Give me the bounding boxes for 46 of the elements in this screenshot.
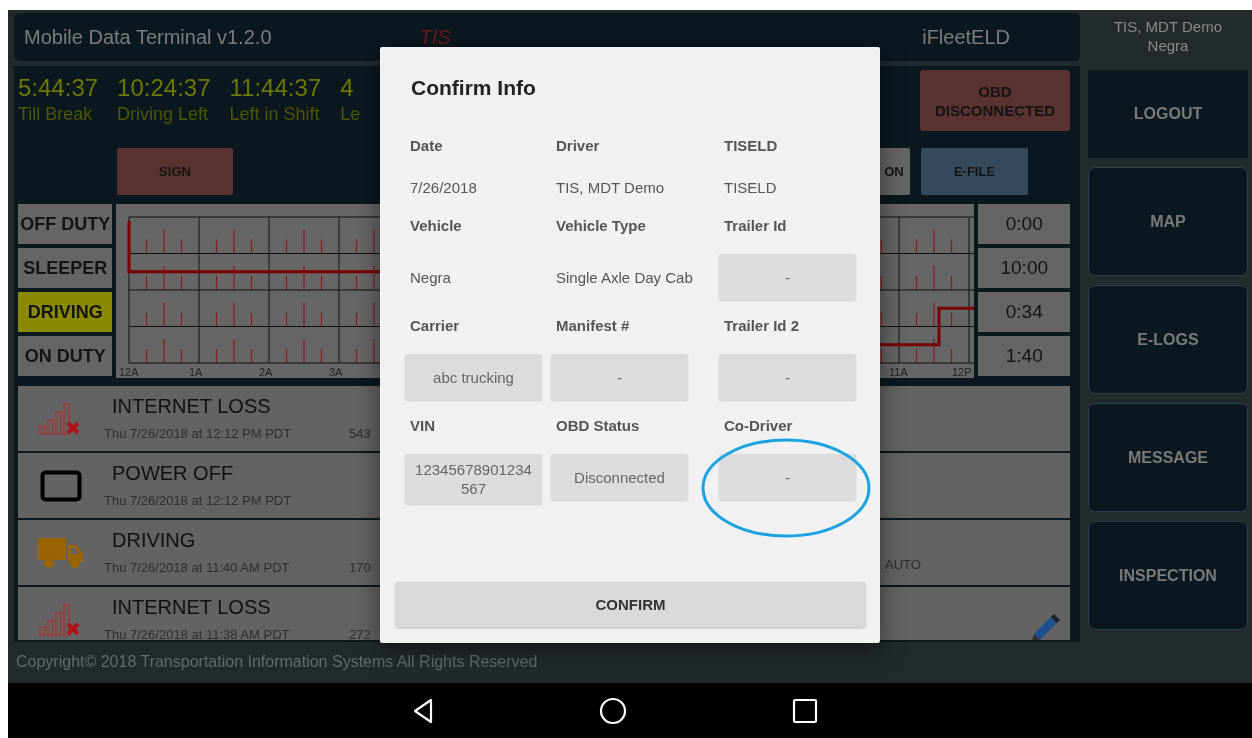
field-label: Trailer Id [723,216,788,236]
field-label: Manifest # [555,316,631,336]
duty-total: 0:34 [978,292,1070,332]
driver-name: TIS, MDT Demo [1113,16,1223,36]
event-title: POWER OFF [112,461,235,485]
field-label: Carrier [409,316,461,336]
dialog-title: Confirm Info [411,75,537,101]
hour-label: 12A [119,366,140,378]
field-label: Trailer Id 2 [723,316,801,336]
field-value: Negra [409,267,452,288]
hour-label: 2A [259,366,273,378]
field-value: Single Axle Day Cab [555,267,694,288]
hour-label: 12P [952,366,973,378]
hour-label: 11A [889,366,909,378]
field-label: TISELD [723,136,779,156]
hour-label: 3A [329,366,343,378]
event-title: INTERNET LOSS [112,595,272,619]
duty-total: 0:00 [978,204,1070,244]
field-value: 7/26/2018 [409,177,478,198]
field-label: OBD Status [555,416,641,436]
field-label: Vehicle [409,216,463,236]
field-value: TIS, MDT Demo [555,177,666,198]
brand-name: TIS [419,25,451,49]
timer-label: Le [340,103,361,126]
app-title: Mobile Data Terminal v1.2.0 [24,25,272,49]
field-label: Vehicle Type [555,216,647,236]
field-label: Driver [555,136,601,156]
event-title: DRIVING [112,528,197,552]
field-label: Date [409,136,444,156]
timer-label: Driving Left [117,103,210,126]
timer-label: Left in Shift [229,103,321,126]
timer-value: 4 [340,74,355,102]
field-label: Co-Driver [723,416,794,436]
duty-total: 10:00 [978,248,1070,288]
field-value: TISELD [723,177,778,198]
field-label: VIN [409,416,436,436]
duty-total: 1:40 [978,336,1070,376]
event-title: INTERNET LOSS [112,394,272,418]
timer-label: Till Break [18,103,94,126]
hour-label: 1A [189,366,203,378]
timer-value: 5:44:37 [18,74,99,102]
product-name: iFleetELD [922,25,1010,49]
vehicle-name: Negra [1147,35,1189,55]
timer-value: 10:24:37 [117,74,211,102]
timer-value: 11:44:37 [229,74,322,102]
copyright-text: Copyright© 2018 Transportation Information Systems All Rights Reserved [15,652,539,672]
